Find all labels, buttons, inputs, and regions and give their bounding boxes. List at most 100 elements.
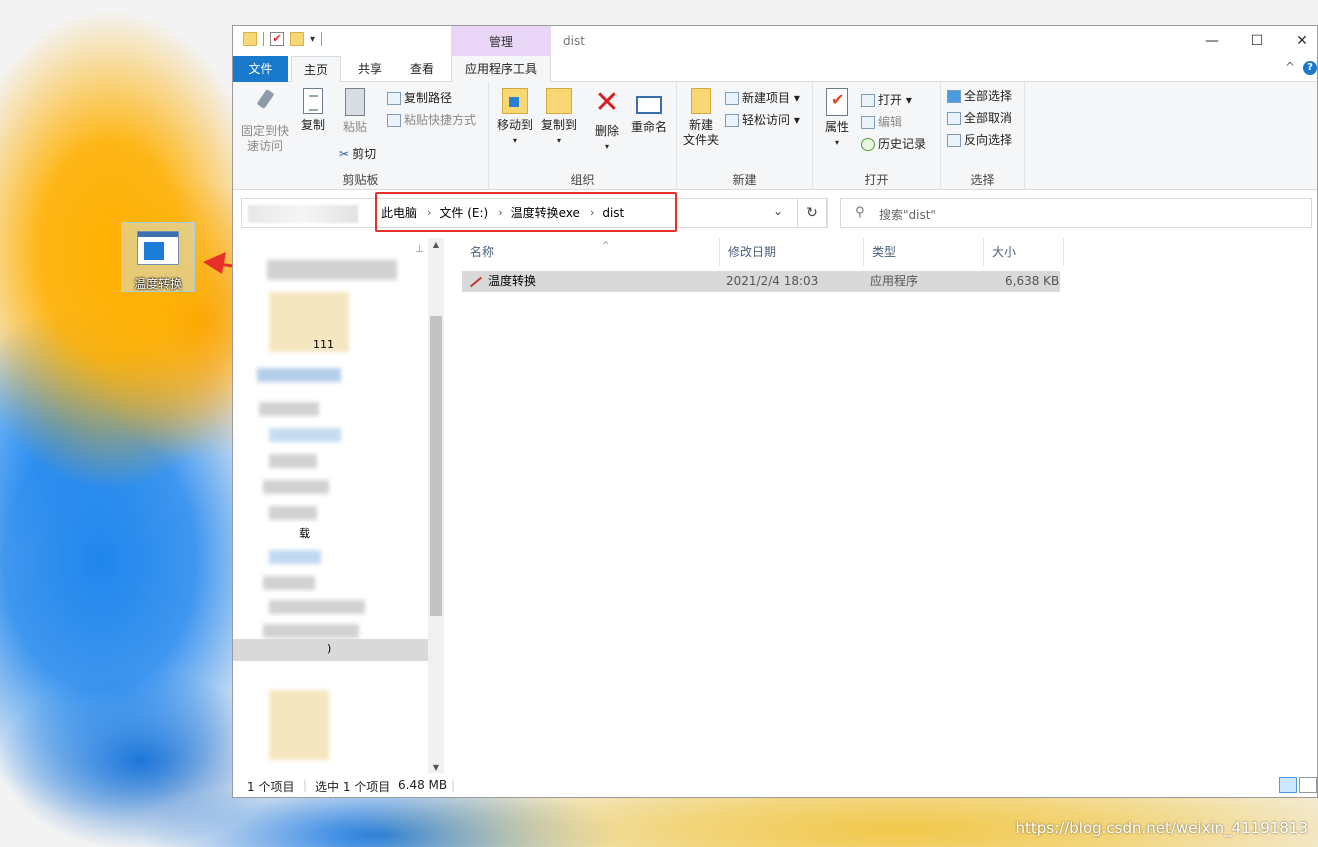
breadcrumb-dist[interactable]: dist — [602, 206, 632, 220]
open-icon — [861, 94, 875, 107]
exe-file-icon — [468, 276, 482, 288]
column-size[interactable]: 大小 — [984, 238, 1064, 266]
file-size-cell: 6,638 KB — [1005, 274, 1060, 288]
group-label: 选择 — [970, 173, 995, 187]
select-none-button[interactable]: 全部取消 — [947, 108, 1012, 128]
select-all-button[interactable]: 全部选择 — [947, 86, 1012, 106]
group-label: 组织 — [570, 173, 595, 187]
tab-file[interactable]: 文件 — [233, 56, 288, 82]
tab-view[interactable]: 查看 — [397, 56, 447, 82]
new-item-button[interactable]: 新建项目 ▾ — [725, 88, 800, 108]
paste-shortcut-button[interactable]: 粘贴快捷方式 — [387, 110, 476, 130]
breadcrumb-this-pc[interactable]: 此电脑 — [381, 204, 425, 221]
copy-button[interactable]: 复制 — [295, 88, 331, 133]
search-icon: ⚲ — [855, 205, 865, 220]
tab-application-tools[interactable]: 应用程序工具 — [451, 56, 551, 82]
customize-chevron-icon[interactable]: ▾ — [310, 34, 315, 45]
tab-share[interactable]: 共享 — [345, 56, 395, 82]
nav-scrollbar[interactable]: ▲ ▼ — [428, 238, 444, 774]
folder-icon — [243, 32, 257, 46]
tab-home[interactable]: 主页 — [291, 56, 341, 83]
edit-button[interactable]: 编辑 — [861, 112, 902, 132]
pin-quick-access-button[interactable]: 固定到快 速访问 — [239, 88, 291, 154]
status-selected-size: 6.48 MB — [398, 778, 448, 792]
address-dropdown-icon[interactable]: ⌄ — [773, 204, 783, 218]
delete-button[interactable]: ✕ 删除 ▾ — [587, 88, 627, 154]
navigation-buttons-blurred — [248, 205, 358, 223]
column-type[interactable]: 类型 — [864, 238, 984, 266]
invert-selection-icon — [947, 134, 961, 147]
new-folder-button[interactable]: 新建 文件夹 — [681, 88, 721, 148]
nav-selected-item[interactable]: ) — [233, 639, 428, 661]
rename-button[interactable]: 重命名 — [627, 88, 671, 135]
new-folder-icon — [691, 88, 711, 114]
path-icon — [387, 92, 401, 105]
chevron-down-icon: ▾ — [604, 142, 609, 151]
close-button[interactable]: ✕ — [1279, 26, 1317, 56]
breadcrumb-drive-e[interactable]: 文件 (E:) — [439, 204, 496, 221]
properties-icon — [826, 88, 848, 116]
address-bar-row: 此电脑 › 文件 (E:) › 温度转换exe › dist ⌄ ↻ ⚲ 搜索"… — [233, 190, 1317, 238]
group-select: 全部选择 全部取消 反向选择 选择 — [941, 82, 1025, 190]
chevron-right-icon[interactable]: › — [588, 206, 602, 219]
clipboard-icon — [345, 88, 365, 116]
title-bar: ✔ ▾ 管理 dist — ☐ ✕ — [233, 26, 1317, 56]
file-list: 名称 ^ 修改日期 类型 大小 温度转换 2021/2/4 18:03 应用程序… — [445, 238, 1317, 774]
large-icons-view-button[interactable] — [1299, 777, 1317, 793]
group-organize: 移动到 ▾ 复制到 ▾ ✕ 删除 ▾ 重命名 组织 — [489, 82, 677, 190]
copy-to-button[interactable]: 复制到 ▾ — [537, 88, 581, 148]
refresh-button[interactable]: ↻ — [797, 198, 827, 228]
easy-access-button[interactable]: 轻松访问 ▾ — [725, 110, 800, 130]
chevron-down-icon: ▾ — [556, 136, 561, 145]
sort-ascending-icon: ^ — [602, 241, 610, 251]
chevron-right-icon[interactable]: › — [496, 206, 510, 219]
navigation-pane[interactable]: ⊥ 111 载 ) ▲ ▼ — [233, 238, 444, 774]
cut-button[interactable]: ✂ 剪切 — [339, 144, 376, 164]
history-button[interactable]: 历史记录 — [861, 134, 926, 154]
edit-icon — [861, 116, 875, 129]
chevron-right-icon[interactable]: › — [425, 206, 439, 219]
move-to-icon — [502, 88, 528, 114]
breadcrumb-folder[interactable]: 温度转换exe — [511, 204, 588, 221]
new-folder-quick-icon[interactable] — [290, 32, 304, 46]
select-all-icon — [947, 90, 961, 103]
group-new: 新建 文件夹 新建项目 ▾ 轻松访问 ▾ 新建 — [677, 82, 813, 190]
scroll-up-icon[interactable]: ▲ — [428, 240, 444, 249]
breadcrumb: 此电脑 › 文件 (E:) › 温度转换exe › dist — [381, 204, 632, 221]
copy-path-button[interactable]: 复制路径 — [387, 88, 452, 108]
desktop-icon-label: 温度转换 — [133, 277, 182, 291]
shortcut-icon — [387, 114, 401, 127]
invert-selection-button[interactable]: 反向选择 — [947, 130, 1012, 150]
desktop-app-icon[interactable]: 温度转换 — [121, 222, 195, 292]
rename-icon — [636, 96, 662, 114]
file-date-cell: 2021/2/4 18:03 — [726, 274, 819, 288]
column-date[interactable]: 修改日期 — [720, 238, 864, 266]
properties-button[interactable]: 属性 ▾ — [819, 88, 855, 150]
file-type-cell: 应用程序 — [870, 274, 919, 288]
nav-item-fragment: 111 — [313, 338, 334, 351]
tab-manage-context[interactable]: 管理 — [451, 26, 551, 56]
details-view-button[interactable] — [1279, 777, 1297, 793]
collapse-ribbon-icon[interactable]: ^ — [1285, 60, 1295, 74]
help-icon[interactable]: ? — [1303, 61, 1317, 75]
search-input[interactable]: ⚲ 搜索"dist" — [840, 198, 1312, 228]
copy-icon — [303, 88, 323, 114]
scroll-down-icon[interactable]: ▼ — [428, 763, 444, 772]
paste-button[interactable]: 粘贴 — [337, 88, 373, 135]
group-clipboard: 固定到快 速访问 复制 粘贴 复制路径 粘贴快捷方式 ✂ 剪切 剪贴板 — [233, 82, 489, 190]
maximize-button[interactable]: ☐ — [1234, 26, 1280, 56]
scissors-icon: ✂ — [339, 147, 350, 161]
easy-access-icon — [725, 114, 739, 127]
select-none-icon — [947, 112, 961, 125]
open-button[interactable]: 打开 ▾ — [861, 90, 912, 110]
column-name[interactable]: 名称 ^ — [462, 238, 720, 266]
status-bar: 1 个项目 | 选中 1 个项目 6.48 MB | — [233, 773, 1317, 797]
properties-quick-icon[interactable]: ✔ — [270, 32, 284, 46]
scrollbar-thumb[interactable] — [430, 316, 442, 616]
ribbon-tabs: 文件 主页 共享 查看 应用程序工具 ^ ? — [233, 56, 1317, 83]
minimize-button[interactable]: — — [1189, 26, 1235, 56]
status-selected-count: 选中 1 个项目 — [315, 780, 391, 794]
new-item-icon — [725, 92, 739, 105]
move-to-button[interactable]: 移动到 ▾ — [493, 88, 537, 148]
table-row[interactable]: 温度转换 2021/2/4 18:03 应用程序 6,638 KB — [462, 271, 1060, 292]
